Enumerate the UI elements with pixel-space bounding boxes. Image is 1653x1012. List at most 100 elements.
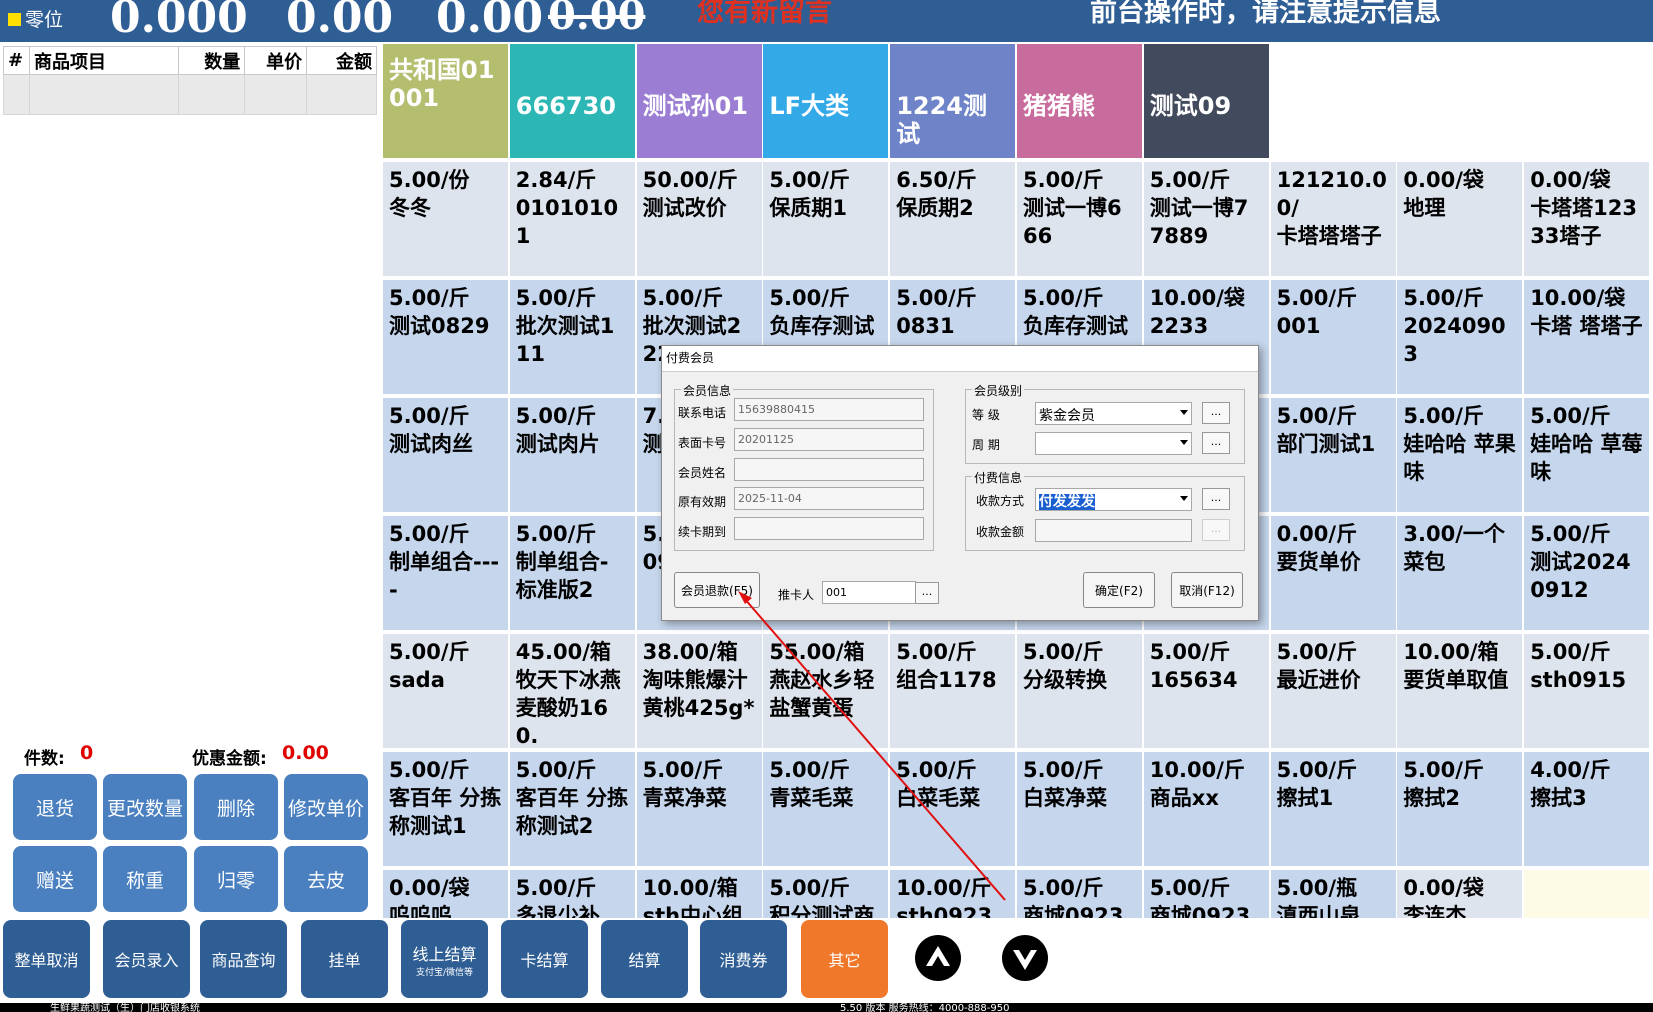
cancel-button[interactable]: 取消(F12) [1171, 572, 1243, 608]
product-tile[interactable]: 5.00/斤 白菜毛菜 [890, 752, 1016, 866]
pusher-more-button[interactable]: ... [915, 582, 939, 604]
category-tab[interactable]: 猪猪熊 [1017, 44, 1142, 158]
product-tile[interactable]: 5.00/斤 娃哈哈 苹果味 [1397, 398, 1523, 512]
product-tile[interactable]: 4.00/斤 擦拭3 [1524, 752, 1650, 866]
product-tile[interactable]: 0.00/袋 李连杰 [1397, 870, 1523, 918]
product-tile[interactable]: 5.00/斤 组合1178 [890, 634, 1016, 748]
product-tile[interactable]: 10.00/斤 商品xx [1143, 752, 1269, 866]
product-tile[interactable]: 5.00/斤 擦拭2 [1397, 752, 1523, 866]
product-tile[interactable]: 5.00/斤 擦拭1 [1270, 752, 1396, 866]
weigh-button[interactable]: 称重 [103, 846, 187, 912]
product-tile[interactable]: 121210.00/卡塔塔塔子 [1270, 162, 1396, 276]
product-tile[interactable]: 5.00/斤 青菜净菜 [636, 752, 762, 866]
new-message-alert[interactable]: 您有新留言 [697, 0, 832, 29]
member-name-field[interactable] [734, 458, 924, 481]
product-tile[interactable]: 0.00/袋 呜呜呜 [383, 870, 508, 918]
zero-button[interactable]: 归零 [194, 846, 278, 912]
page-down-button[interactable] [1002, 935, 1048, 981]
card-number-field[interactable]: 20201125 [734, 428, 924, 451]
product-tile[interactable]: 5.00/斤 测试肉片 [509, 398, 635, 512]
member-refund-button[interactable]: 会员退款(F5) [674, 572, 760, 608]
product-tile[interactable]: 0.00/斤 要货单价 [1270, 516, 1396, 630]
product-tile[interactable]: 5.00/斤 客百年 分拣称测试1 [383, 752, 508, 866]
product-tile[interactable]: 10.00/箱 sth中心组 [636, 870, 762, 918]
product-tile[interactable]: 5.00/斤 测试肉丝 [383, 398, 508, 512]
product-tile[interactable]: 2.84/斤 01010101 [509, 162, 635, 276]
product-tile[interactable]: 5.00/斤 分级转换 [1017, 634, 1142, 748]
table-row[interactable] [3, 74, 377, 115]
product-tile[interactable]: 5.00/斤 sada [383, 634, 508, 748]
product-tile[interactable]: 5.00/斤 20240903 [1397, 280, 1523, 394]
original-expiry-field[interactable]: 2025-11-04 [734, 487, 924, 510]
product-tile[interactable]: 5.00/斤 积分测试商 [763, 870, 889, 918]
payment-method-more-button[interactable]: ... [1202, 488, 1230, 510]
hold-order-button[interactable]: 挂单 [301, 920, 388, 998]
page-up-button[interactable] [915, 935, 961, 981]
product-tile[interactable]: 5.00/斤 测试0829 [383, 280, 508, 394]
product-tile[interactable]: 5.00/斤 多退少补 [509, 870, 635, 918]
product-tile[interactable]: 5.00/斤 批次测试111 [509, 280, 635, 394]
online-checkout-button[interactable]: 线上结算 支付宝/微信等 [401, 920, 488, 998]
grade-more-button[interactable]: ... [1202, 402, 1230, 424]
product-tile[interactable]: 5.00/斤 客百年 分拣称测试2 [509, 752, 635, 866]
renew-to-field[interactable] [734, 517, 924, 540]
category-tab[interactable]: 共和国01001 [383, 44, 508, 158]
product-tile[interactable]: 5.00/斤 青菜毛菜 [763, 752, 889, 866]
product-tile[interactable]: 5.00/斤 165634 [1143, 634, 1269, 748]
product-tile[interactable]: 5.00/斤 最近进价 [1270, 634, 1396, 748]
card-checkout-button[interactable]: 卡结算 [501, 920, 588, 998]
product-tile[interactable]: 55.00/箱 燕赵水乡轻盐蟹黄蛋 [763, 634, 889, 748]
product-tile[interactable]: 5.00/斤 制单组合-标准版2 [509, 516, 635, 630]
member-entry-button[interactable]: 会员录入 [103, 920, 190, 998]
category-tab[interactable]: 测试孙01 [636, 44, 762, 158]
product-tile[interactable]: 5.00/份 冬冬 [383, 162, 508, 276]
product-tile[interactable]: 6.50/斤 保质期2 [890, 162, 1016, 276]
product-tile[interactable]: 5.00/斤 部门测试1 [1270, 398, 1396, 512]
phone-field[interactable]: 15639880415 [734, 398, 924, 421]
product-tile[interactable]: 5.00/斤 测试一博77889 [1143, 162, 1269, 276]
product-tile[interactable]: 5.00/斤 测试20240912 [1524, 516, 1650, 630]
category-tab[interactable]: 测试09 [1143, 44, 1269, 158]
product-tile[interactable]: 50.00/斤 测试改价 [636, 162, 762, 276]
other-button[interactable]: 其它 [801, 920, 888, 998]
category-tab[interactable]: LF大类 [763, 44, 889, 158]
product-tile[interactable]: 5.00/斤 001 [1270, 280, 1396, 394]
pusher-field[interactable]: 001 [822, 581, 916, 604]
period-select[interactable] [1035, 432, 1192, 455]
product-tile[interactable]: 5.00/瓶 滇西山泉 [1270, 870, 1396, 918]
product-tile[interactable]: 45.00/箱 牧天下冰燕麦酸奶160. [509, 634, 635, 748]
grade-select[interactable]: 紫金会员 [1035, 402, 1192, 425]
delete-button[interactable]: 删除 [194, 774, 278, 840]
product-tile[interactable]: 5.00/斤 sth0915 [1524, 634, 1650, 748]
cancel-order-button[interactable]: 整单取消 [3, 920, 90, 998]
modify-price-button[interactable]: 修改单价 [284, 774, 368, 840]
payment-amount-more-button[interactable]: ... [1202, 519, 1230, 541]
return-button[interactable]: 退货 [13, 774, 97, 840]
product-tile[interactable]: 5.00/斤 白菜净菜 [1017, 752, 1142, 866]
confirm-button[interactable]: 确定(F2) [1083, 572, 1155, 608]
product-tile[interactable]: 10.00/斤 sth0923 [890, 870, 1016, 918]
product-tile[interactable]: 5.00/斤商城09231 [1143, 870, 1269, 918]
product-tile[interactable]: 10.00/袋 卡塔 塔塔子 [1524, 280, 1650, 394]
payment-method-select[interactable]: 付发发发 [1035, 488, 1192, 511]
product-tile[interactable]: 5.00/斤 保质期1 [763, 162, 889, 276]
product-tile[interactable]: 5.00/斤 商城0923 [1017, 870, 1142, 918]
product-tile[interactable]: 10.00/箱 要货单取值 [1397, 634, 1523, 748]
coupon-button[interactable]: 消费券 [700, 920, 787, 998]
product-tile[interactable]: 3.00/一个 菜包 [1397, 516, 1523, 630]
gift-button[interactable]: 赠送 [13, 846, 97, 912]
tare-button[interactable]: 去皮 [284, 846, 368, 912]
change-qty-button[interactable]: 更改数量 [103, 774, 187, 840]
category-tab[interactable]: 666730 [509, 44, 635, 158]
product-search-button[interactable]: 商品查询 [200, 920, 287, 998]
product-tile[interactable]: 5.00/斤 测试一博666 [1017, 162, 1142, 276]
product-tile[interactable]: 38.00/箱 淘味熊爆汁黄桃425g* [636, 634, 762, 748]
period-more-button[interactable]: ... [1202, 432, 1230, 454]
product-tile[interactable]: 5.00/斤 制单组合---- [383, 516, 508, 630]
category-tab[interactable]: 1224测试 [890, 44, 1016, 158]
checkout-button[interactable]: 结算 [601, 920, 688, 998]
product-tile[interactable]: 0.00/袋 地理 [1397, 162, 1523, 276]
product-tile[interactable]: 0.00/袋 卡塔塔12333塔子 [1524, 162, 1650, 276]
payment-amount-field[interactable] [1035, 519, 1192, 542]
product-tile[interactable]: 5.00/斤 娃哈哈 草莓味 [1524, 398, 1650, 512]
